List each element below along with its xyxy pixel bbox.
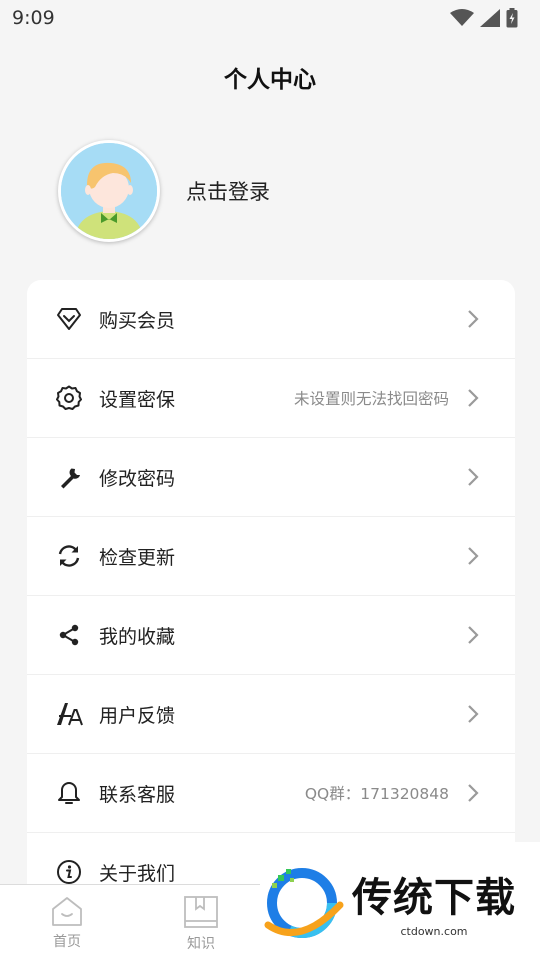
chevron-right-icon	[467, 546, 479, 566]
refresh-icon	[55, 542, 83, 570]
diamond-icon	[55, 305, 83, 333]
font-icon	[55, 700, 83, 728]
menu-item-label: 联系客服	[99, 783, 176, 806]
avatar[interactable]	[58, 140, 160, 242]
menu-item-label: 我的收藏	[99, 625, 176, 648]
menu-item-label: 购买会员	[99, 309, 176, 332]
menu-item-label: 关于我们	[99, 862, 176, 885]
login-link[interactable]: 点击登录	[186, 176, 270, 206]
watermark: 传统下载 ctdown.com	[260, 842, 540, 960]
chevron-right-icon	[467, 309, 479, 329]
menu-item-contact-support[interactable]: 联系客服 QQ群：171320848	[27, 754, 515, 833]
page-title: 个人中心	[224, 67, 316, 93]
watermark-url: ctdown.com	[400, 924, 468, 938]
menu-item-hint: 未设置则无法找回密码	[293, 390, 449, 408]
menu-item-label: 检查更新	[99, 546, 176, 569]
tab-home[interactable]: 首页	[0, 885, 134, 960]
chevron-right-icon	[467, 783, 479, 803]
watermark-title: 传统下载	[352, 874, 516, 921]
home-icon	[52, 897, 82, 926]
battery-icon	[506, 8, 518, 28]
menu-card: 购买会员 设置密保 未设置则无法找回密码 修改密码 检查更新 我的收藏 用户反馈…	[27, 280, 515, 900]
tab-label: 首页	[53, 934, 81, 950]
menu-item-label: 用户反馈	[99, 704, 176, 727]
share-icon	[55, 621, 83, 649]
menu-item-change-password[interactable]: 修改密码	[27, 438, 515, 517]
menu-item-security-question[interactable]: 设置密保 未设置则无法找回密码	[27, 359, 515, 438]
status-bar: 9:09	[0, 0, 540, 36]
book-icon	[184, 896, 218, 928]
default-avatar-icon	[61, 143, 157, 239]
info-icon	[55, 858, 83, 886]
menu-item-buy-membership[interactable]: 购买会员	[27, 280, 515, 359]
watermark-logo-icon	[264, 868, 344, 938]
menu-item-check-update[interactable]: 检查更新	[27, 517, 515, 596]
gear-icon	[55, 384, 83, 412]
status-icons	[450, 8, 518, 28]
signal-icon	[480, 9, 500, 27]
menu-item-label: 设置密保	[99, 388, 176, 411]
menu-item-favorites[interactable]: 我的收藏	[27, 596, 515, 675]
menu-item-feedback[interactable]: 用户反馈	[27, 675, 515, 754]
tab-knowledge[interactable]: 知识	[134, 885, 268, 960]
wifi-icon	[450, 9, 474, 26]
menu-item-label: 修改密码	[99, 467, 176, 490]
wrench-icon	[55, 463, 83, 491]
chevron-right-icon	[467, 388, 479, 408]
status-time: 9:09	[12, 7, 55, 29]
chevron-right-icon	[467, 625, 479, 645]
chevron-right-icon	[467, 704, 479, 724]
chevron-right-icon	[467, 467, 479, 487]
profile-section[interactable]: 点击登录	[58, 140, 270, 242]
bell-icon	[55, 779, 83, 807]
menu-item-hint: QQ群：171320848	[304, 785, 449, 803]
tab-label: 知识	[187, 936, 215, 952]
